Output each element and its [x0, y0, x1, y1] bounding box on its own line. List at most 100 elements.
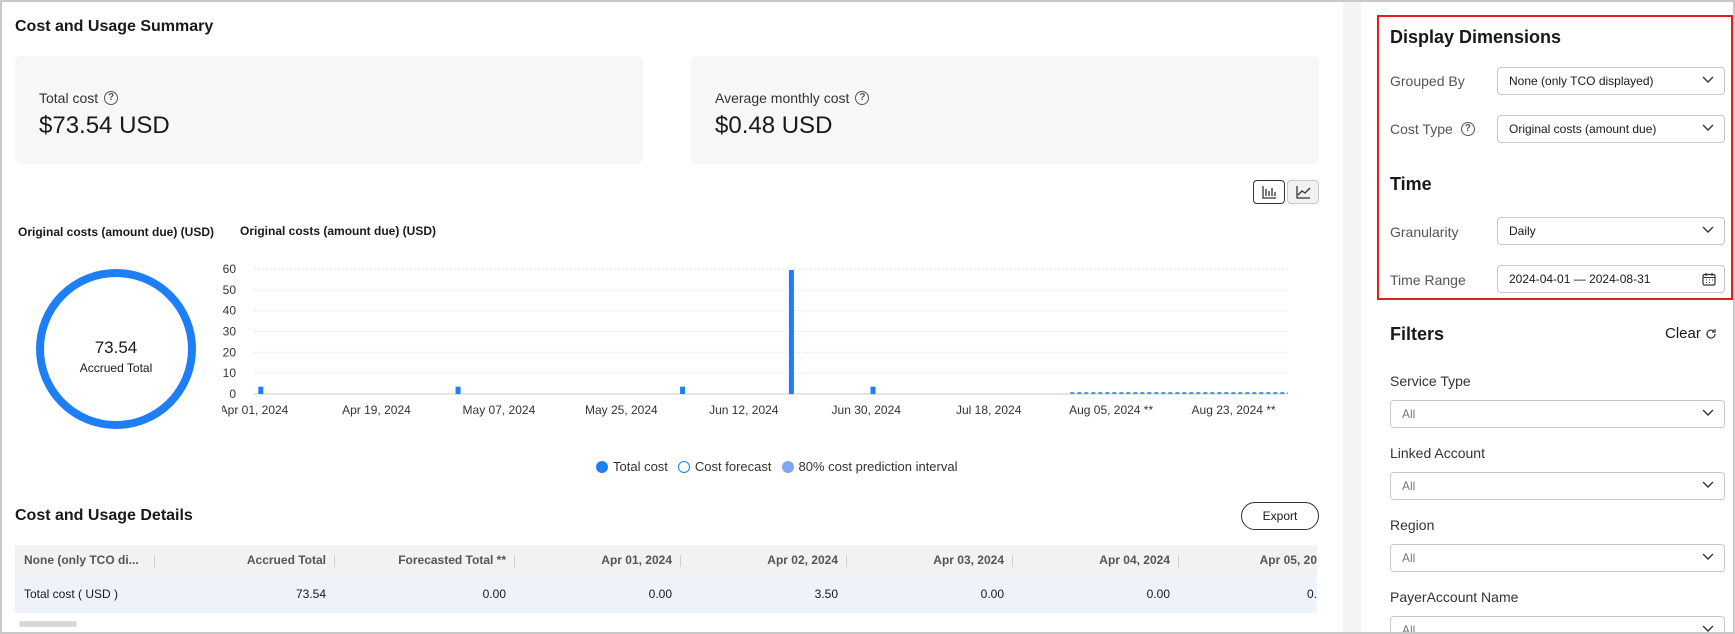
x-tick-label: Aug 23, 2024 **: [1192, 403, 1276, 417]
table-cell: 0.00: [482, 587, 506, 601]
x-tick-label: Apr 01, 2024: [222, 403, 289, 417]
payer-account-label: PayerAccount Name: [1390, 589, 1519, 605]
table-cell: 73.54: [295, 587, 326, 601]
table-cell: 0.00: [648, 587, 672, 601]
x-tick-label: Jun 30, 2024: [832, 403, 902, 417]
display-dimensions-title: Display Dimensions: [1390, 27, 1562, 47]
x-tick-label: May 25, 2024: [585, 403, 658, 417]
donut-caption: Original costs (amount due) (USD): [18, 225, 215, 239]
donut-value: 73.54: [94, 338, 138, 357]
bar-chart-icon: [1262, 186, 1276, 199]
cost-bar: [788, 270, 794, 394]
total-cost-card: Total cost ? $73.54 USD: [15, 56, 643, 164]
donut-label: Accrued Total: [79, 361, 153, 375]
cost-bar: [455, 386, 461, 394]
export-button[interactable]: Export: [1241, 502, 1319, 530]
table-row[interactable]: Total cost ( USD ) 73.54 0.00 0.00 3.50 …: [15, 575, 1317, 613]
column-header[interactable]: Apr 04, 2024: [1013, 553, 1179, 567]
y-tick-label: 30: [223, 325, 237, 339]
daily-cost-bar-chart: 0 10 20 30 40 50 60 Apr 01, 2024 Apr 19, 2024 May…: [222, 262, 1288, 417]
help-icon[interactable]: ?: [104, 91, 119, 105]
payer-account-select[interactable]: All: [1390, 616, 1725, 632]
x-tick-label: Jul 18, 2024: [956, 403, 1022, 417]
line-chart-toggle-button[interactable]: [1287, 180, 1319, 204]
legend-dot: [781, 460, 794, 473]
column-header[interactable]: Apr 01, 2024: [515, 553, 681, 567]
chart-legend: Total cost Cost forecast 80% cost predic…: [596, 459, 958, 474]
details-table: None (only TCO di... Accrued Total Forec…: [15, 545, 1317, 613]
region-select[interactable]: All: [1390, 544, 1725, 572]
time-title: Time: [1390, 174, 1432, 194]
total-cost-value: $73.54 USD: [39, 112, 170, 139]
y-tick-label: 60: [223, 262, 237, 276]
line-chart-icon: [1296, 186, 1311, 199]
chevron-down-icon: [1702, 625, 1714, 632]
cost-bar: [258, 386, 264, 394]
horizontal-scrollbar[interactable]: [19, 621, 77, 627]
cost-type-label: Cost Type ?: [1390, 121, 1475, 137]
legend-item-prediction-interval[interactable]: 80% cost prediction interval: [781, 459, 958, 474]
cost-bar: [680, 386, 686, 394]
grouped-by-label: Grouped By: [1390, 73, 1465, 89]
legend-dot: [677, 460, 690, 473]
legend-item-total-cost[interactable]: Total cost: [596, 459, 668, 474]
table-cell: 0.: [1306, 587, 1317, 601]
table-header-row: None (only TCO di... Accrued Total Forec…: [15, 545, 1317, 575]
highlight-box: [1377, 15, 1733, 300]
granularity-label: Granularity: [1390, 224, 1459, 240]
x-tick-label: May 07, 2024: [463, 403, 536, 417]
chevron-down-icon: [1702, 124, 1714, 131]
column-header[interactable]: Apr 05, 20: [1179, 553, 1317, 567]
y-tick-label: 50: [223, 283, 237, 297]
table-cell: 0.00: [1146, 587, 1170, 601]
legend-dot: [596, 460, 608, 473]
chevron-down-icon: [1702, 226, 1714, 233]
table-cell: 3.50: [814, 587, 838, 601]
x-tick-label: Aug 05, 2024 **: [1069, 403, 1153, 417]
linked-account-select[interactable]: All: [1390, 472, 1725, 500]
y-tick-label: 20: [223, 345, 237, 359]
clear-filters-button[interactable]: Clear: [1665, 325, 1717, 342]
panel-divider: [1343, 2, 1361, 632]
column-header[interactable]: None (only TCO di...: [15, 553, 155, 567]
calendar-icon[interactable]: [1702, 272, 1716, 286]
x-tick-label: Jun 12, 2024: [709, 403, 779, 417]
granularity-select[interactable]: Daily: [1497, 217, 1725, 245]
column-header[interactable]: Accrued Total: [155, 553, 335, 567]
total-cost-label: Total cost ?: [39, 90, 119, 106]
column-header[interactable]: Apr 03, 2024: [847, 553, 1013, 567]
chevron-down-icon: [1702, 409, 1714, 416]
help-icon[interactable]: ?: [855, 91, 870, 105]
x-tick-label: Apr 19, 2024: [342, 403, 411, 417]
bar-chart-toggle-button[interactable]: [1253, 180, 1285, 204]
chevron-down-icon: [1702, 481, 1714, 488]
bar-chart-caption: Original costs (amount due) (USD): [240, 224, 437, 238]
legend-item-cost-forecast[interactable]: Cost forecast: [677, 459, 772, 474]
table-cell: Total cost ( USD ): [24, 587, 119, 601]
grouped-by-select[interactable]: None (only TCO displayed): [1497, 67, 1725, 95]
y-tick-label: 0: [229, 387, 236, 401]
average-cost-card: Average monthly cost ? $0.48 USD: [691, 56, 1319, 164]
average-cost-value: $0.48 USD: [715, 112, 833, 139]
region-label: Region: [1390, 517, 1435, 533]
chevron-down-icon: [1702, 76, 1714, 83]
time-range-label: Time Range: [1390, 272, 1466, 288]
cost-type-select[interactable]: Original costs (amount due): [1497, 115, 1725, 143]
service-type-select[interactable]: All: [1390, 400, 1725, 428]
time-range-picker[interactable]: 2024-04-01 — 2024-08-31: [1497, 265, 1725, 293]
chart-type-toggle: [1253, 180, 1319, 204]
cost-bar: [870, 386, 876, 394]
y-tick-label: 40: [223, 304, 237, 318]
linked-account-label: Linked Account: [1390, 445, 1485, 461]
summary-title: Cost and Usage Summary: [15, 18, 214, 35]
help-icon[interactable]: ?: [1460, 122, 1475, 136]
filters-title: Filters: [1390, 324, 1445, 344]
y-tick-label: 10: [223, 366, 237, 380]
column-header[interactable]: Apr 02, 2024: [681, 553, 847, 567]
app-frame: Cost and Usage Summary Total cost ? $73.…: [0, 0, 1735, 634]
details-title: Cost and Usage Details: [15, 507, 193, 524]
service-type-label: Service Type: [1390, 373, 1471, 389]
column-header[interactable]: Forecasted Total **: [335, 553, 515, 567]
chevron-down-icon: [1702, 553, 1714, 560]
table-cell: 0.00: [980, 587, 1004, 601]
